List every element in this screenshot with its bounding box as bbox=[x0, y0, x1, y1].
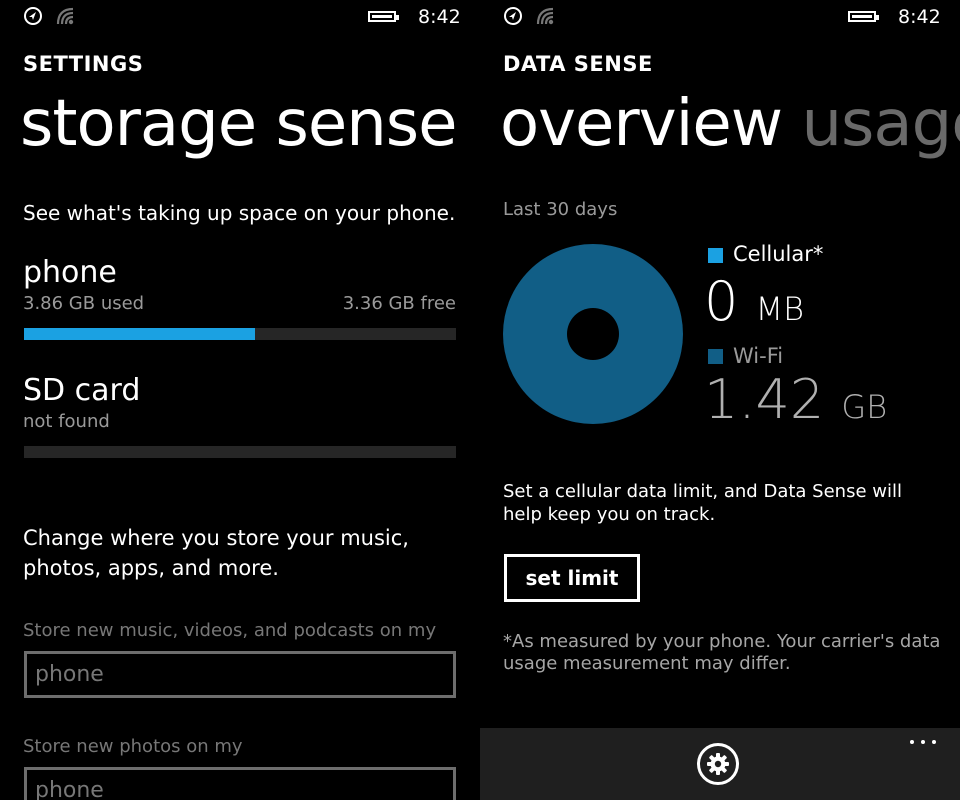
phone-storage-title[interactable]: phone bbox=[23, 255, 117, 290]
data-limit-info: Set a cellular data limit, and Data Sens… bbox=[503, 481, 902, 525]
battery-icon bbox=[848, 11, 879, 22]
wifi-label: Wi-Fi bbox=[733, 344, 784, 368]
battery-icon bbox=[368, 11, 399, 22]
pivot-overview[interactable]: overview bbox=[500, 87, 783, 161]
cellular-value: 0 MB bbox=[704, 272, 804, 339]
pivot-usage[interactable]: usage bbox=[801, 87, 960, 161]
app-bar bbox=[480, 728, 960, 800]
app-title: DATA SENSE bbox=[503, 52, 653, 76]
donut-hole bbox=[567, 308, 619, 360]
wifi-signal-icon bbox=[56, 7, 74, 25]
cellular-legend-swatch bbox=[708, 248, 723, 263]
phone-storage-bar bbox=[24, 328, 456, 340]
status-time: 8:42 bbox=[898, 6, 941, 28]
wifi-unit: GB bbox=[841, 388, 888, 426]
measurement-note: *As measured by your phone. Your carrier… bbox=[503, 631, 941, 674]
sd-card-status: not found bbox=[23, 411, 110, 432]
status-bar: 8:42 bbox=[0, 0, 480, 36]
change-location-text: Change where you store your music, photo… bbox=[23, 526, 409, 580]
more-options-icon[interactable] bbox=[908, 736, 938, 748]
settings-gear-icon bbox=[707, 753, 729, 775]
cellular-label: Cellular* bbox=[733, 242, 824, 266]
status-time: 8:42 bbox=[418, 6, 461, 28]
settings-button[interactable] bbox=[697, 743, 739, 785]
period-label: Last 30 days bbox=[503, 199, 618, 220]
music-location-value: phone bbox=[35, 662, 104, 687]
photos-location-label: Store new photos on my bbox=[23, 736, 243, 757]
wifi-legend-swatch bbox=[708, 349, 723, 364]
phone-free-text: 3.36 GB free bbox=[342, 293, 456, 314]
location-icon bbox=[24, 7, 42, 25]
location-icon bbox=[504, 7, 522, 25]
intro-text: See what's taking up space on your phone… bbox=[23, 201, 456, 225]
set-limit-button[interactable]: set limit bbox=[504, 554, 640, 602]
sd-card-storage-bar bbox=[24, 446, 456, 458]
wifi-amount: 1.42 bbox=[704, 368, 825, 431]
pivot-header: overview usage bbox=[500, 84, 960, 164]
app-title: SETTINGS bbox=[23, 52, 144, 76]
photos-location-value: phone bbox=[35, 778, 104, 800]
music-location-select[interactable]: phone bbox=[24, 651, 456, 698]
cellular-unit: MB bbox=[755, 290, 805, 328]
storage-sense-screen: 8:42 SETTINGS storage sense See what's t… bbox=[0, 0, 480, 800]
data-sense-screen: 8:42 DATA SENSE overview usage Last 30 d… bbox=[480, 0, 960, 800]
usage-donut-chart bbox=[503, 244, 683, 424]
phone-storage-used-fill bbox=[24, 328, 256, 340]
photos-location-select[interactable]: phone bbox=[24, 767, 456, 800]
wifi-value: 1.42 GB bbox=[704, 370, 887, 437]
wifi-signal-icon bbox=[536, 7, 554, 25]
phone-used-text: 3.86 GB used bbox=[23, 293, 145, 314]
music-location-label: Store new music, videos, and podcasts on… bbox=[23, 620, 437, 641]
status-bar: 8:42 bbox=[480, 0, 960, 36]
page-title: storage sense bbox=[20, 87, 457, 161]
sd-card-title[interactable]: SD card bbox=[23, 373, 140, 408]
cellular-amount: 0 bbox=[704, 270, 739, 333]
